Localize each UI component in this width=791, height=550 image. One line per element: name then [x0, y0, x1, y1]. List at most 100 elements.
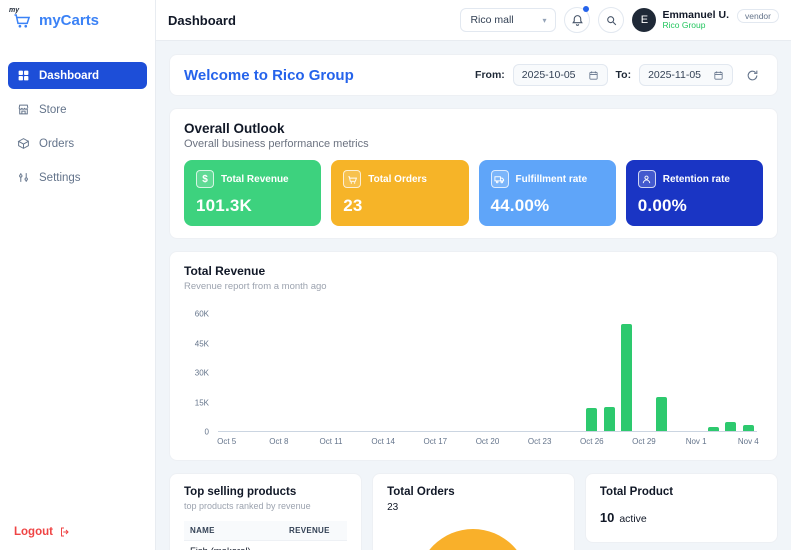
dashboard-grid-icon [18, 70, 29, 81]
user-menu[interactable]: E Emmanuel U. Rico Group [632, 8, 729, 32]
x-tick-label: Nov 1 [685, 437, 707, 446]
search-icon [607, 15, 617, 25]
refresh-button[interactable] [741, 64, 763, 86]
logout-label: Logout [14, 526, 53, 538]
sidebar-item-settings[interactable]: Settings [8, 164, 147, 191]
total-product-title: Total Product [599, 486, 674, 498]
table-row: Fish (makerel) [184, 541, 347, 550]
revenue-chart: 0 15K 30K 45K 60K [184, 310, 763, 437]
total-orders-title: Total Orders [387, 486, 455, 498]
stat-label: Fulfillment rate [515, 173, 588, 185]
to-date-input[interactable]: 2025-11-05 [639, 64, 733, 86]
dollar-icon: $ [196, 170, 214, 188]
sidebar-item-label: Settings [39, 171, 81, 184]
stats-row: $ Total Revenue 101.3K Total Orders 23 F… [184, 160, 763, 226]
x-tick-label: Oct 17 [423, 437, 448, 446]
x-tick-label: Oct 20 [475, 437, 500, 446]
welcome-card: Welcome to Rico Group From: 2025-10-05 T… [169, 54, 778, 96]
logo: my myCarts [0, 0, 155, 40]
total-product-line: 10 active [600, 510, 763, 525]
user-meta: Emmanuel U. Rico Group [662, 9, 729, 31]
sidebar-item-label: Orders [39, 137, 75, 150]
stat-fulfillment-rate: Fulfillment rate 44.00% [478, 160, 616, 226]
revenue-bar [742, 425, 754, 431]
column-header-name: NAME [190, 526, 215, 535]
main-content: Welcome to Rico Group From: 2025-10-05 T… [156, 41, 791, 550]
sliders-icon [19, 173, 28, 182]
column-header-revenue: REVENUE [289, 526, 330, 535]
revenue-bar [707, 427, 720, 431]
header-actions: Rico mall ▾ E Emmanuel U. Rico Group ven… [460, 6, 779, 33]
brand-name: myCarts [39, 11, 100, 29]
user-org: Rico Group [662, 20, 706, 31]
role-badge: vendor [737, 9, 779, 23]
truck-icon [490, 170, 509, 188]
total-product-card: Total Product 10 active [584, 473, 778, 543]
store-select-value: Rico mall [470, 14, 514, 26]
x-tick-label: Oct 26 [580, 437, 604, 446]
x-tick-label: Oct 14 [371, 437, 395, 446]
logout-button[interactable]: Logout [0, 514, 155, 550]
refresh-icon [747, 70, 757, 80]
avatar: E [632, 8, 657, 32]
stat-label: Total Revenue [221, 173, 289, 185]
from-date-input[interactable]: 2025-10-05 [512, 64, 608, 86]
to-label: To: [615, 69, 632, 81]
package-icon [17, 138, 29, 149]
revenue-bar [586, 407, 598, 431]
stat-value: 44.00% [490, 196, 550, 215]
sidebar: my myCarts Dashboard Store Orders Settin… [0, 0, 156, 550]
total-orders-card: Total Orders 23 [372, 473, 575, 550]
logo-prefix: my [9, 7, 20, 14]
sidebar-item-label: Dashboard [39, 69, 100, 82]
y-tick-label: 45K [194, 339, 209, 348]
orders-donut [417, 529, 530, 550]
date-range-controls: From: 2025-10-05 To: 2025-11-05 [475, 64, 763, 86]
x-tick-label: Oct 5 [217, 437, 237, 446]
top-header: Dashboard Rico mall ▾ E Emmanuel U. Rico… [156, 0, 791, 41]
from-label: From: [475, 69, 505, 81]
revenue-chart-yticks: 0 15K 30K 45K 60K [184, 310, 218, 437]
from-date-value: 2025-10-05 [521, 69, 576, 81]
calendar-icon [588, 70, 598, 80]
to-date-value: 2025-11-05 [648, 69, 701, 81]
stat-label: Retention rate [662, 173, 730, 185]
notifications-button[interactable] [564, 6, 591, 33]
total-product-suffix: active [619, 513, 647, 525]
search-button[interactable] [598, 7, 625, 33]
cart-icon [343, 170, 362, 188]
revenue-chart-card: Total Revenue Revenue report from a mont… [169, 251, 778, 461]
x-tick-label: Nov 4 [737, 437, 759, 446]
chevron-down-icon: ▾ [542, 15, 547, 25]
top-products-table: NAME REVENUE Fish (makerel) [184, 521, 348, 550]
top-products-card: Top selling products top products ranked… [169, 473, 363, 550]
stat-value: 0.00% [637, 196, 687, 215]
y-tick-label: 15K [194, 398, 209, 407]
x-tick-label: Oct 29 [632, 437, 656, 446]
logout-icon [60, 527, 69, 537]
cart-logo-icon: my [9, 7, 32, 30]
x-tick-label: Oct 23 [527, 437, 552, 446]
calendar-icon [714, 70, 723, 80]
revenue-chart-bars [218, 314, 757, 432]
sidebar-item-orders[interactable]: Orders [8, 130, 147, 157]
sidebar-item-store[interactable]: Store [8, 96, 147, 123]
table-header: NAME REVENUE [184, 521, 348, 541]
revenue-bar [603, 406, 615, 431]
user-icon [637, 170, 656, 188]
x-tick-label: Oct 8 [269, 437, 289, 446]
y-tick-label: 60K [194, 309, 209, 319]
top-products-subtitle: top products ranked by revenue [184, 501, 311, 511]
outlook-subtitle: Overall business performance metrics [184, 138, 369, 150]
store-select[interactable]: Rico mall ▾ [460, 8, 557, 32]
revenue-bar [725, 422, 737, 431]
sidebar-item-dashboard[interactable]: Dashboard [8, 62, 147, 89]
chart-subtitle: Revenue report from a month ago [184, 281, 327, 292]
page-title: Dashboard [168, 12, 236, 28]
top-products-title: Top selling products [184, 486, 297, 498]
total-product-count: 10 [599, 510, 615, 525]
total-orders-value: 23 [387, 502, 399, 513]
sidebar-nav: Dashboard Store Orders Settings [0, 54, 155, 199]
y-tick-label: 0 [204, 427, 209, 437]
revenue-bar [655, 396, 667, 431]
